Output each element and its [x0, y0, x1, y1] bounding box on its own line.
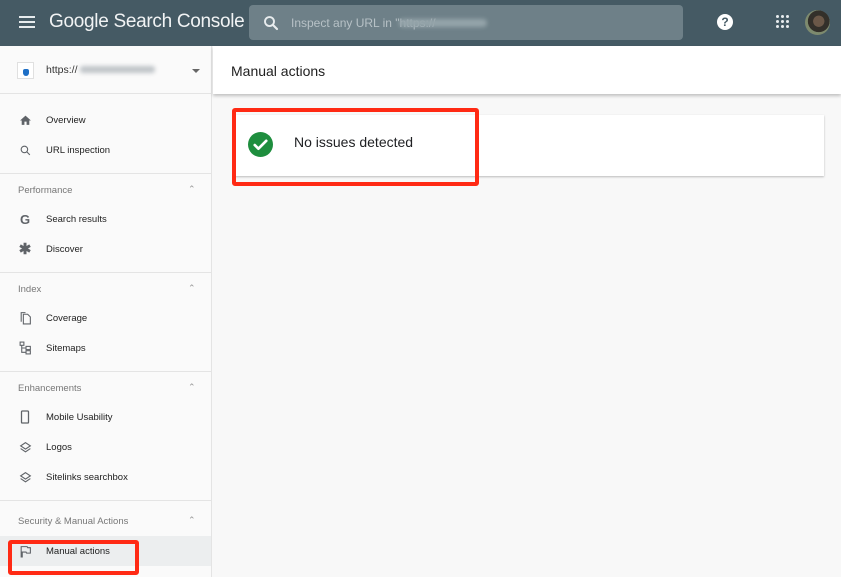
sitemap-icon	[18, 341, 32, 355]
sidebar: https:// Overview URL inspection Perform…	[0, 46, 212, 577]
sidebar-item-label: Sitelinks searchbox	[46, 472, 128, 483]
sidebar-item-label: Sitemaps	[46, 343, 86, 354]
section-header-enhancements[interactable]: Enhancements ⌃	[0, 372, 211, 402]
url-inspection-search[interactable]	[249, 5, 683, 40]
page-header: Manual actions	[213, 46, 841, 94]
property-favicon-icon	[17, 62, 34, 79]
sidebar-item-sitemaps[interactable]: Sitemaps	[0, 333, 211, 363]
avatar[interactable]	[805, 10, 830, 35]
sidebar-item-label: Overview	[46, 115, 86, 126]
sidebar-item-label: Coverage	[46, 313, 88, 324]
page-title: Manual actions	[231, 63, 326, 79]
property-url: https://	[46, 64, 78, 76]
apps-grid-icon[interactable]	[776, 15, 790, 29]
property-selector[interactable]: https://	[0, 46, 211, 94]
sidebar-item-label: Manual actions	[46, 546, 110, 557]
sidebar-item-label: Logos	[46, 442, 72, 453]
top-app-bar: Google Search Console ?	[0, 0, 841, 46]
sidebar-item-label: Search results	[46, 214, 107, 225]
chevron-up-icon[interactable]: ⌃	[188, 184, 196, 195]
sidebar-item-mobile-usability[interactable]: Mobile Usability	[0, 402, 211, 432]
sidebar-item-coverage[interactable]: Coverage	[0, 303, 211, 333]
layers-icon	[18, 440, 32, 454]
menu-icon[interactable]	[18, 14, 36, 32]
sidebar-item-logos[interactable]: Logos	[0, 432, 211, 462]
google-g-icon: G	[19, 211, 31, 227]
sidebar-item-label: Mobile Usability	[46, 412, 113, 423]
section-header-performance[interactable]: Performance ⌃	[0, 174, 211, 204]
sidebar-item-search-results[interactable]: G Search results	[0, 204, 211, 234]
home-icon	[18, 113, 32, 127]
section-enhancements: Enhancements ⌃ Mobile Usability Logos Si…	[0, 372, 211, 501]
section-header-security[interactable]: Security & Manual Actions ⌃	[0, 501, 211, 536]
chevron-up-icon[interactable]: ⌃	[188, 283, 196, 294]
section-security-manual-actions: Security & Manual Actions ⌃ Manual actio…	[0, 501, 211, 566]
section-index: Index ⌃ Coverage Sitemaps	[0, 273, 211, 372]
sidebar-item-overview[interactable]: Overview	[0, 105, 211, 135]
sidebar-item-url-inspection[interactable]: URL inspection	[0, 135, 211, 165]
check-circle-icon	[248, 132, 273, 157]
copy-pages-icon	[18, 311, 32, 325]
chevron-up-icon[interactable]: ⌃	[188, 515, 196, 526]
sidebar-item-manual-actions[interactable]: Manual actions	[0, 536, 211, 566]
sidebar-item-discover[interactable]: ✱ Discover	[0, 234, 211, 264]
section-title: Index	[18, 284, 42, 295]
search-icon	[18, 143, 32, 157]
blurred-property-domain	[80, 66, 155, 73]
flag-icon	[18, 544, 32, 558]
layers-icon	[18, 470, 32, 484]
chevron-up-icon[interactable]: ⌃	[188, 382, 196, 393]
section-title: Enhancements	[18, 383, 82, 394]
section-performance: Performance ⌃ G Search results ✱ Discove…	[0, 174, 211, 273]
blurred-domain	[399, 19, 487, 27]
app-title[interactable]: Google Search Console	[49, 11, 245, 33]
status-card: No issues detected	[235, 115, 824, 176]
search-icon	[264, 16, 279, 31]
section-title: Security & Manual Actions	[18, 516, 129, 527]
help-icon[interactable]: ?	[717, 14, 733, 30]
sidebar-item-sitelinks-searchbox[interactable]: Sitelinks searchbox	[0, 462, 211, 492]
dropdown-caret-icon[interactable]	[192, 69, 200, 73]
phone-icon	[18, 410, 32, 424]
status-message: No issues detected	[294, 134, 414, 150]
primary-nav: Overview URL inspection	[0, 94, 211, 174]
sidebar-item-label: Discover	[46, 244, 83, 255]
sidebar-item-label: URL inspection	[46, 145, 111, 156]
asterisk-icon: ✱	[18, 241, 32, 258]
section-header-index[interactable]: Index ⌃	[0, 273, 211, 303]
section-title: Performance	[18, 185, 73, 196]
